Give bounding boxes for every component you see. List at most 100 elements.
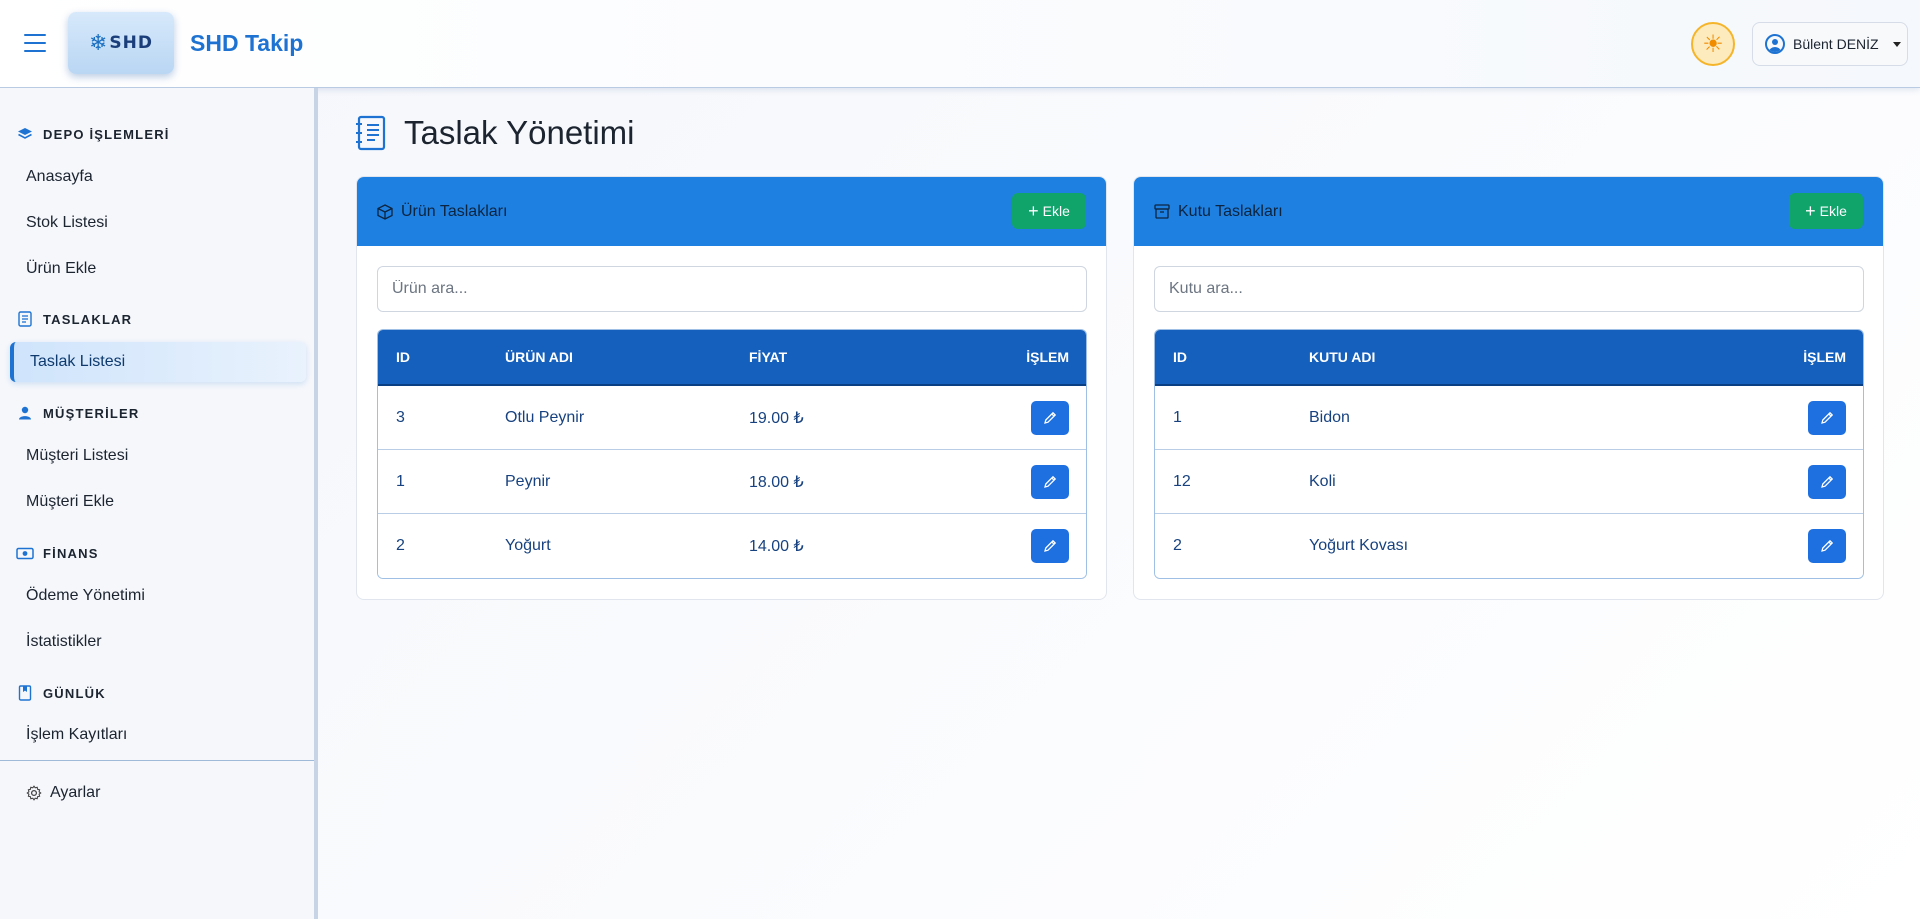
section-musteriler: MÜŞTERİLER [16,405,140,421]
pencil-icon [1043,475,1057,489]
col-action: İŞLEM [1803,349,1846,365]
pencil-icon [1043,539,1057,553]
edit-button[interactable] [1808,400,1846,435]
add-box-button[interactable]: + Ekle [1789,193,1863,229]
cash-icon [16,545,34,561]
table-row: 1 Bidon [1155,386,1863,450]
table-header: ID ÜRÜN ADI FİYAT İŞLEM [378,330,1086,386]
col-action: İŞLEM [1026,349,1069,365]
box-templates-card: Kutu Taslakları + Ekle ID KUTU ADI İŞLEM… [1133,176,1884,600]
journal-icon [16,685,34,701]
cell-name: Otlu Peynir [505,408,585,426]
sidebar-item-musteri-ekle[interactable]: Müşteri Ekle [26,493,114,511]
section-label: DEPO İŞLEMLERİ [43,126,170,142]
col-name: ÜRÜN ADI [505,349,573,365]
list-icon [16,311,34,327]
card-header: Ürün Taslakları + Ekle [357,177,1106,246]
table-row: 2 Yoğurt 14.00 ₺ [378,514,1086,578]
col-id: ID [1173,349,1187,365]
sun-icon: ☀ [1702,30,1724,58]
app-title[interactable]: SHD Takip [190,30,303,57]
sidebar-item-istatistikler[interactable]: İstatistikler [26,633,102,651]
cell-id: 3 [396,408,405,426]
table-row: 1 Peynir 18.00 ₺ [378,450,1086,514]
theme-toggle-button[interactable]: ☀ [1691,22,1735,66]
section-label: FİNANS [43,545,99,561]
table-row: 12 Koli [1155,450,1863,514]
sidebar-item-label: Taslak Listesi [30,353,126,370]
cell-name: Koli [1309,472,1336,490]
caret-down-icon [1892,41,1901,47]
box-icon [377,203,393,220]
page-header: Taslak Yönetimi [356,114,635,152]
edit-button[interactable] [1031,529,1069,563]
user-circle-icon [1765,34,1785,54]
user-menu-button[interactable]: Bülent DENİZ [1752,22,1908,66]
cell-name: Yoğurt [505,537,551,554]
cell-price: 19.00 ₺ [749,409,804,427]
archive-icon [1154,204,1170,219]
pencil-icon [1043,411,1057,425]
snowflake-icon: ❄ [88,30,108,55]
logo-text: SHD [109,33,154,53]
settings-label: Ayarlar [50,784,101,801]
section-depo: DEPO İŞLEMLERİ [16,126,170,142]
edit-button[interactable] [1031,464,1069,499]
edit-button[interactable] [1808,464,1846,499]
logo[interactable]: ❄ SHD [68,12,174,74]
layers-icon [16,126,34,142]
section-label: GÜNLÜK [43,685,106,701]
gear-icon [26,785,42,801]
box-search-input[interactable] [1154,266,1864,312]
plus-icon: + [1028,201,1039,221]
card-header: Kutu Taslakları + Ekle [1134,177,1883,246]
card-title: Ürün Taslakları [401,202,508,220]
sidebar-item-islem-kayitlari[interactable]: İşlem Kayıtları [26,726,127,744]
cell-id: 1 [1173,408,1182,426]
table-row: 2 Yoğurt Kovası [1155,514,1863,578]
sidebar-item-urun-ekle[interactable]: Ürün Ekle [26,260,96,278]
edit-button[interactable] [1031,400,1069,435]
table-row: 3 Otlu Peynir 19.00 ₺ [378,386,1086,450]
cell-id: 2 [1173,537,1182,554]
sidebar-item-odeme-yonetimi[interactable]: Ödeme Yönetimi [26,587,145,605]
person-icon [16,405,34,421]
col-id: ID [396,349,410,365]
col-price: FİYAT [749,349,788,365]
sidebar-item-taslak-listesi[interactable]: Taslak Listesi [10,342,306,382]
add-label: Ekle [1819,203,1847,219]
cell-id: 1 [396,472,405,490]
sidebar: DEPO İŞLEMLERİ Anasayfa Stok Listesi Ürü… [0,88,318,919]
user-name: Bülent DENİZ [1793,36,1879,52]
add-product-button[interactable]: + Ekle [1012,193,1086,229]
cell-name: Peynir [505,472,551,490]
col-name: KUTU ADI [1309,349,1376,365]
section-gunluk: GÜNLÜK [16,685,106,701]
list-task-icon [356,115,386,151]
pencil-icon [1820,411,1834,425]
edit-button[interactable] [1808,529,1846,563]
cell-name: Yoğurt Kovası [1309,537,1409,554]
menu-toggle-icon[interactable] [24,34,46,52]
sidebar-item-stok-listesi[interactable]: Stok Listesi [26,214,108,232]
card-title: Kutu Taslakları [1178,202,1283,220]
cell-price: 14.00 ₺ [749,538,804,555]
top-navbar: ❄ SHD SHD Takip ☀ Bülent DENİZ [0,0,1920,88]
section-finans: FİNANS [16,545,99,561]
product-search-input[interactable] [377,266,1087,312]
add-label: Ekle [1042,203,1070,219]
plus-icon: + [1805,201,1816,221]
section-label: MÜŞTERİLER [43,405,140,421]
cell-name: Bidon [1309,408,1350,426]
cell-id: 12 [1173,472,1191,490]
sidebar-item-anasayfa[interactable]: Anasayfa [26,168,93,186]
section-label: TASLAKLAR [43,311,133,327]
sidebar-item-ayarlar[interactable]: Ayarlar [26,784,100,802]
cell-price: 18.00 ₺ [749,473,804,491]
page-title: Taslak Yönetimi [404,114,635,151]
table-header: ID KUTU ADI İŞLEM [1155,330,1863,386]
cell-id: 2 [396,537,405,554]
pencil-icon [1820,475,1834,489]
sidebar-item-musteri-listesi[interactable]: Müşteri Listesi [26,447,128,465]
box-table: ID KUTU ADI İŞLEM 1 Bidon 12 Koli 2 Yoğu… [1154,329,1864,579]
